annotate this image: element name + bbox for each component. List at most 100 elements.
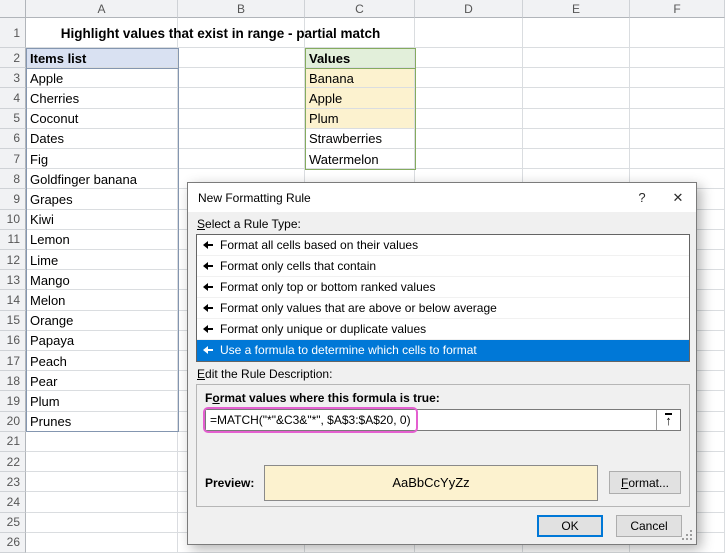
- format-button[interactable]: Format...: [609, 471, 681, 494]
- row-header-10[interactable]: 10: [0, 209, 26, 230]
- cell-D5[interactable]: [415, 108, 523, 129]
- row-header-7[interactable]: 7: [0, 149, 26, 170]
- cell-A8[interactable]: Goldfinger banana: [26, 169, 178, 190]
- ok-button[interactable]: OK: [537, 515, 603, 537]
- cell-F7[interactable]: [630, 149, 725, 170]
- resize-grip[interactable]: [682, 530, 692, 540]
- cell-A1[interactable]: [26, 18, 178, 48]
- column-header-C[interactable]: C: [305, 0, 415, 18]
- row-header-16[interactable]: 16: [0, 330, 26, 351]
- cell-E6[interactable]: [523, 128, 630, 149]
- cell-A6[interactable]: Dates: [26, 128, 178, 149]
- rule-type-item-5[interactable]: Use a formula to determine which cells t…: [197, 340, 689, 361]
- cancel-button[interactable]: Cancel: [616, 515, 682, 537]
- cell-B1[interactable]: [178, 18, 305, 48]
- cell-C3[interactable]: Banana: [305, 68, 415, 89]
- cell-A15[interactable]: Orange: [26, 310, 178, 331]
- cell-C4[interactable]: Apple: [305, 88, 415, 109]
- row-header-13[interactable]: 13: [0, 270, 26, 291]
- rule-type-item-2[interactable]: Format only top or bottom ranked values: [197, 277, 689, 298]
- formula-input[interactable]: [205, 409, 681, 431]
- cell-C7[interactable]: Watermelon: [305, 149, 415, 170]
- cell-A3[interactable]: Apple: [26, 68, 178, 89]
- cell-D4[interactable]: [415, 88, 523, 109]
- cell-F5[interactable]: [630, 108, 725, 129]
- cell-F2[interactable]: [630, 48, 725, 69]
- row-header-25[interactable]: 25: [0, 512, 26, 533]
- cell-B4[interactable]: [178, 88, 305, 109]
- cell-C5[interactable]: Plum: [305, 108, 415, 129]
- rule-type-item-4[interactable]: Format only unique or duplicate values: [197, 319, 689, 340]
- rule-type-item-3[interactable]: Format only values that are above or bel…: [197, 298, 689, 319]
- cell-D7[interactable]: [415, 149, 523, 170]
- cell-A5[interactable]: Coconut: [26, 108, 178, 129]
- help-button[interactable]: ?: [624, 183, 660, 212]
- cell-A25[interactable]: [26, 512, 178, 533]
- cell-E2[interactable]: [523, 48, 630, 69]
- cell-E4[interactable]: [523, 88, 630, 109]
- cell-D6[interactable]: [415, 128, 523, 149]
- row-header-19[interactable]: 19: [0, 391, 26, 412]
- cell-A10[interactable]: Kiwi: [26, 209, 178, 230]
- cell-A19[interactable]: Plum: [26, 391, 178, 412]
- rule-type-item-0[interactable]: Format all cells based on their values: [197, 235, 689, 256]
- cell-A4[interactable]: Cherries: [26, 88, 178, 109]
- row-header-14[interactable]: 14: [0, 290, 26, 311]
- cell-A22[interactable]: [26, 452, 178, 473]
- column-header-E[interactable]: E: [523, 0, 630, 18]
- row-header-2[interactable]: 2: [0, 48, 26, 69]
- dialog-titlebar[interactable]: New Formatting Rule ? ✕: [188, 183, 696, 212]
- cell-A17[interactable]: Peach: [26, 351, 178, 372]
- row-header-3[interactable]: 3: [0, 68, 26, 89]
- row-header-8[interactable]: 8: [0, 169, 26, 190]
- row-header-22[interactable]: 22: [0, 452, 26, 473]
- cell-A20[interactable]: Prunes: [26, 411, 178, 432]
- cell-F6[interactable]: [630, 128, 725, 149]
- select-all-corner[interactable]: [0, 0, 26, 18]
- cell-A24[interactable]: [26, 492, 178, 513]
- row-header-23[interactable]: 23: [0, 472, 26, 493]
- cell-A9[interactable]: Grapes: [26, 189, 178, 210]
- cell-D2[interactable]: [415, 48, 523, 69]
- column-header-B[interactable]: B: [178, 0, 305, 18]
- cell-A23[interactable]: [26, 472, 178, 493]
- cell-E3[interactable]: [523, 68, 630, 89]
- row-header-6[interactable]: 6: [0, 128, 26, 149]
- cell-A13[interactable]: Mango: [26, 270, 178, 291]
- row-header-18[interactable]: 18: [0, 371, 26, 392]
- cell-C2[interactable]: Values: [305, 48, 415, 69]
- row-header-11[interactable]: 11: [0, 229, 26, 250]
- cell-A2[interactable]: Items list: [26, 48, 178, 69]
- cell-A26[interactable]: [26, 532, 178, 553]
- cell-A21[interactable]: [26, 431, 178, 452]
- cell-E7[interactable]: [523, 149, 630, 170]
- close-button[interactable]: ✕: [660, 183, 696, 212]
- cell-A11[interactable]: Lemon: [26, 229, 178, 250]
- row-header-24[interactable]: 24: [0, 492, 26, 513]
- column-header-F[interactable]: F: [630, 0, 725, 18]
- rule-type-item-1[interactable]: Format only cells that contain: [197, 256, 689, 277]
- cell-A7[interactable]: Fig: [26, 149, 178, 170]
- row-header-4[interactable]: 4: [0, 88, 26, 109]
- row-header-20[interactable]: 20: [0, 411, 26, 432]
- cell-B5[interactable]: [178, 108, 305, 129]
- row-header-17[interactable]: 17: [0, 351, 26, 372]
- column-header-A[interactable]: A: [26, 0, 178, 18]
- cell-A12[interactable]: Lime: [26, 250, 178, 271]
- cell-A16[interactable]: Papaya: [26, 330, 178, 351]
- cell-C1[interactable]: [305, 18, 415, 48]
- row-header-9[interactable]: 9: [0, 189, 26, 210]
- cell-E5[interactable]: [523, 108, 630, 129]
- cell-B2[interactable]: [178, 48, 305, 69]
- row-header-1[interactable]: 1: [0, 18, 26, 48]
- cell-E1[interactable]: [523, 18, 630, 48]
- cell-F1[interactable]: [630, 18, 725, 48]
- cell-A18[interactable]: Pear: [26, 371, 178, 392]
- cell-F4[interactable]: [630, 88, 725, 109]
- cell-D3[interactable]: [415, 68, 523, 89]
- column-header-D[interactable]: D: [415, 0, 523, 18]
- row-header-12[interactable]: 12: [0, 250, 26, 271]
- cell-A14[interactable]: Melon: [26, 290, 178, 311]
- cell-B3[interactable]: [178, 68, 305, 89]
- row-header-5[interactable]: 5: [0, 108, 26, 129]
